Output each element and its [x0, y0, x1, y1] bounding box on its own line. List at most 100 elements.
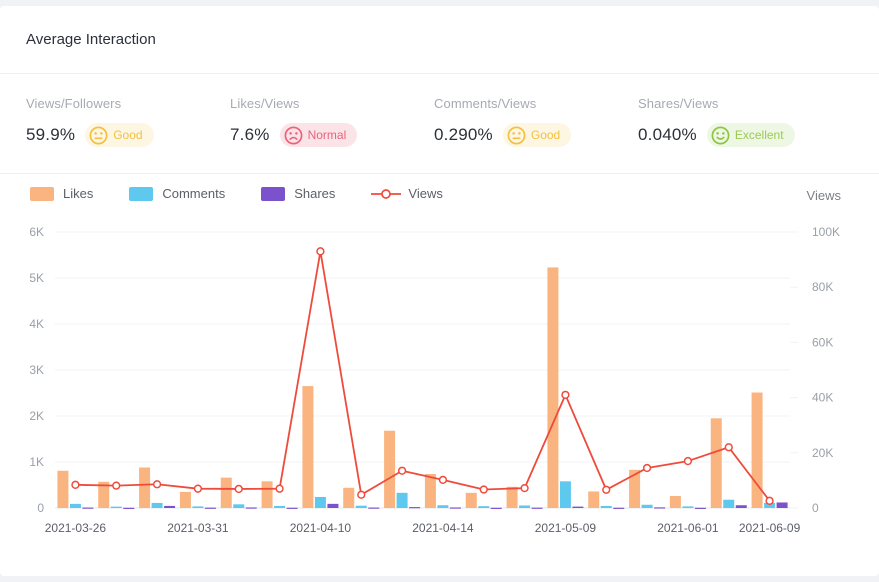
bar-comments[interactable] [478, 506, 489, 508]
y-left-tick: 3K [29, 363, 44, 377]
y-right-tick: 60K [812, 335, 833, 349]
bar-shares[interactable] [613, 508, 624, 509]
legend-item-comments[interactable]: Comments [129, 186, 225, 201]
bar-comments[interactable] [601, 506, 612, 508]
bar-comments[interactable] [723, 500, 734, 508]
card-header: Average Interaction [0, 6, 879, 74]
views-point[interactable] [113, 482, 120, 489]
bar-likes[interactable] [507, 487, 518, 508]
bar-likes[interactable] [221, 478, 232, 508]
legend-label: Likes [63, 186, 93, 201]
bar-shares[interactable] [123, 508, 134, 509]
views-point[interactable] [766, 497, 773, 504]
metric-normal-1: Likes/Views7.6%Normal [230, 96, 434, 173]
legend-item-shares[interactable]: Shares [261, 186, 335, 201]
bar-shares[interactable] [246, 507, 257, 508]
legend-item-likes[interactable]: Likes [30, 186, 93, 201]
bar-comments[interactable] [560, 481, 571, 508]
bar-shares[interactable] [82, 508, 93, 509]
bar-shares[interactable] [205, 508, 216, 509]
bar-shares[interactable] [532, 508, 543, 509]
views-point[interactable] [358, 491, 365, 498]
bar-shares[interactable] [164, 506, 175, 508]
bar-likes[interactable] [262, 481, 273, 508]
bar-comments[interactable] [356, 506, 367, 508]
bar-comments[interactable] [642, 505, 653, 508]
views-point[interactable] [725, 444, 732, 451]
views-line[interactable] [75, 251, 769, 501]
interaction-chart-svg[interactable]: 01K2K3K4K5K6K020K40K60K80K100K2021-03-26… [0, 214, 879, 574]
metric-value: 59.9% [26, 125, 75, 145]
metrics-row: Views/Followers59.9%GoodLikes/Views7.6%N… [0, 74, 879, 174]
bar-likes[interactable] [302, 386, 313, 508]
bar-comments[interactable] [682, 506, 693, 508]
views-point[interactable] [72, 481, 79, 488]
status-badge-label: Good [531, 128, 560, 142]
bar-shares[interactable] [327, 504, 338, 508]
right-axis-title: Views [807, 188, 841, 203]
bar-likes[interactable] [670, 496, 681, 508]
views-point[interactable] [644, 465, 651, 472]
bar-likes[interactable] [139, 468, 150, 508]
legend-item-views[interactable]: Views [371, 186, 442, 201]
bar-shares[interactable] [287, 508, 298, 509]
bar-likes[interactable] [343, 488, 354, 508]
average-interaction-card: Average Interaction Views/Followers59.9%… [0, 6, 879, 576]
y-left-tick: 4K [29, 317, 44, 331]
bar-likes[interactable] [588, 491, 599, 508]
y-left-tick: 5K [29, 271, 44, 285]
metric-value-row: 0.290%Good [434, 123, 638, 147]
bar-shares[interactable] [654, 507, 665, 508]
views-point[interactable] [562, 391, 569, 398]
x-tick-label: 2021-03-31 [167, 521, 229, 535]
views-point[interactable] [317, 248, 324, 255]
views-point[interactable] [235, 486, 242, 493]
views-point[interactable] [480, 486, 487, 493]
views-point[interactable] [276, 485, 283, 492]
metric-value-row: 0.040%Excellent [638, 123, 842, 147]
bar-likes[interactable] [711, 418, 722, 508]
bar-shares[interactable] [368, 508, 379, 509]
bar-comments[interactable] [70, 504, 81, 508]
views-point[interactable] [154, 481, 161, 488]
bar-likes[interactable] [384, 431, 395, 508]
status-badge: Good [85, 123, 153, 147]
bar-shares[interactable] [450, 507, 461, 508]
x-tick-label: 2021-06-09 [739, 521, 801, 535]
bar-shares[interactable] [572, 507, 583, 508]
bar-likes[interactable] [180, 492, 191, 508]
bar-shares[interactable] [695, 508, 706, 509]
views-point[interactable] [521, 485, 528, 492]
views-point[interactable] [399, 467, 406, 474]
legend-label: Comments [162, 186, 225, 201]
legend-swatch-icon [30, 187, 54, 201]
bar-comments[interactable] [233, 504, 244, 508]
y-left-tick: 0 [37, 501, 44, 515]
metric-value: 0.040% [638, 125, 697, 145]
metric-label: Likes/Views [230, 96, 434, 111]
bar-comments[interactable] [437, 505, 448, 508]
sad-face-icon [284, 126, 303, 145]
bar-likes[interactable] [57, 471, 68, 508]
bar-likes[interactable] [466, 493, 477, 508]
bar-comments[interactable] [274, 506, 285, 508]
views-point[interactable] [195, 485, 202, 492]
bar-comments[interactable] [315, 497, 326, 508]
x-tick-label: 2021-03-26 [45, 521, 107, 535]
bar-likes[interactable] [547, 267, 558, 508]
bar-shares[interactable] [491, 508, 502, 509]
bar-shares[interactable] [409, 507, 420, 508]
views-point[interactable] [685, 458, 692, 465]
bar-comments[interactable] [192, 506, 203, 508]
metric-good-2: Comments/Views0.290%Good [434, 96, 638, 173]
bar-likes[interactable] [425, 474, 436, 508]
x-tick-label: 2021-04-10 [290, 521, 352, 535]
bar-comments[interactable] [397, 493, 408, 508]
bar-comments[interactable] [519, 505, 530, 508]
bar-shares[interactable] [736, 505, 747, 508]
bar-shares[interactable] [777, 502, 788, 508]
views-point[interactable] [440, 476, 447, 483]
bar-comments[interactable] [111, 507, 122, 508]
bar-comments[interactable] [152, 503, 163, 508]
views-point[interactable] [603, 486, 610, 493]
